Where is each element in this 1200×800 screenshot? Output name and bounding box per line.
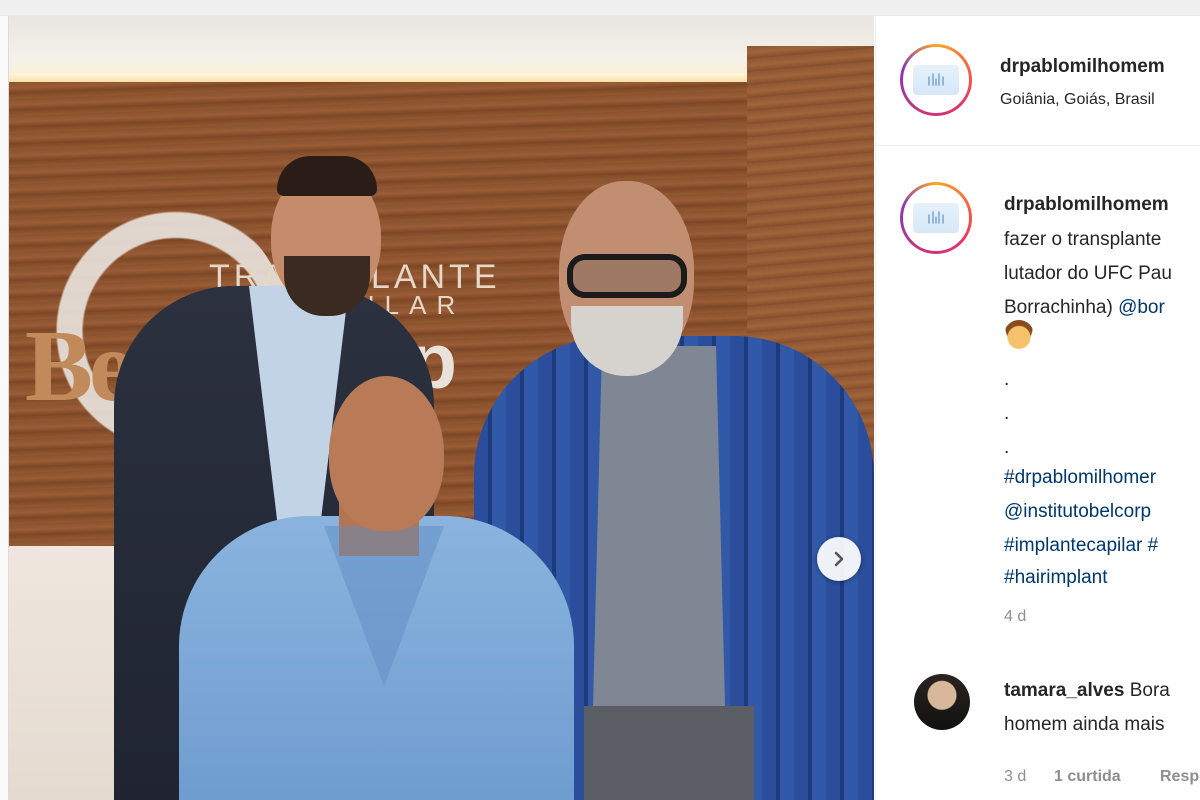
commenter-avatar[interactable] <box>914 674 970 730</box>
commenter-username[interactable]: tamara_alves <box>1004 680 1124 701</box>
caption-text: Borrachinha) <box>1004 297 1119 318</box>
comment-text: Bora <box>1129 680 1170 701</box>
caption-dot: . <box>1004 369 1010 390</box>
caption-author-avatar[interactable] <box>900 182 972 254</box>
person-center-head <box>329 376 444 531</box>
comment-line-1: tamara_alves Bora <box>1004 680 1170 702</box>
caption-dot: . <box>1004 437 1010 458</box>
author-username[interactable]: drpablomilhomem <box>1000 56 1165 78</box>
hashtag-link[interactable]: #implantecapilar # <box>1004 535 1158 557</box>
hashtag-link[interactable]: #drpablomilhomer <box>1004 467 1156 489</box>
chevron-right-icon <box>834 551 844 567</box>
comment-likes[interactable]: 1 curtida <box>1054 768 1121 786</box>
mention-link[interactable]: @bor <box>1118 297 1165 318</box>
author-avatar[interactable] <box>900 44 972 116</box>
post-photo[interactable]: Be TRANSPLANTE CAPILAR rp <box>9 16 874 800</box>
clinic-logo-icon <box>913 65 959 95</box>
post-sidebar: drpablomilhomem Goiânia, Goiás, Brasil d… <box>875 16 1200 800</box>
instagram-post: Be TRANSPLANTE CAPILAR rp <box>8 16 1200 800</box>
comment-line-2: homem ainda mais <box>1004 714 1165 735</box>
hashtag-link[interactable]: #hairimplant <box>1004 567 1108 589</box>
ceiling <box>9 16 874 78</box>
person-right-glasses <box>567 254 687 298</box>
caption-line-1: fazer o transplante <box>1004 229 1162 250</box>
browser-top-strip <box>0 0 1200 16</box>
caption-line-2: lutador do UFC Pau <box>1004 263 1172 284</box>
caption-timestamp[interactable]: 4 d <box>1004 608 1026 626</box>
person-right-pants <box>584 706 754 800</box>
post-header: drpablomilhomem Goiânia, Goiás, Brasil <box>876 16 1200 146</box>
comment-timestamp[interactable]: 3 d <box>1004 768 1026 786</box>
mention-link[interactable]: @institutobelcorp <box>1004 501 1151 523</box>
next-image-button[interactable] <box>817 537 861 581</box>
reply-button[interactable]: Resp <box>1160 768 1199 786</box>
caption-username[interactable]: drpablomilhomem <box>1004 194 1169 216</box>
person-left-hair <box>277 156 377 196</box>
post-location[interactable]: Goiânia, Goiás, Brasil <box>1000 91 1155 109</box>
clinic-logo-icon <box>913 203 959 233</box>
caption-line-3: Borrachinha) @bor <box>1004 297 1165 319</box>
caption-dot: . <box>1004 403 1010 424</box>
man-emoji-icon <box>1004 320 1034 350</box>
